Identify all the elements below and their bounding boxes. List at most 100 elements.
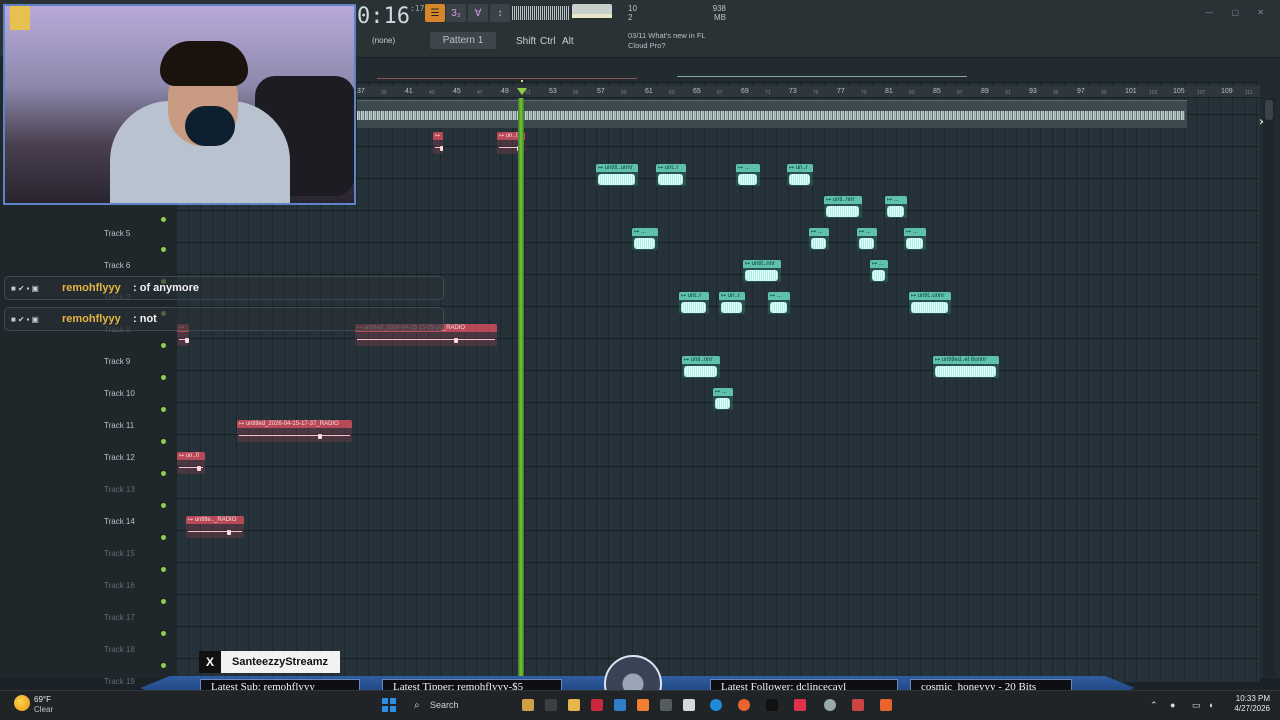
audio-clip[interactable]: ↦ un..r	[787, 164, 813, 186]
master-pitch-slider[interactable]	[572, 14, 612, 18]
app-icon[interactable]	[880, 699, 892, 711]
audio-clip[interactable]: ↦ unt..r	[656, 164, 686, 186]
shift-key-button[interactable]: Shift	[516, 36, 536, 47]
audio-clip[interactable]: ↦ untit..nnr	[743, 260, 781, 282]
track-mute-led-icon[interactable]	[161, 343, 166, 348]
ruler-bar-number: 55	[573, 90, 579, 96]
step-edit-button[interactable]: 3₂	[446, 4, 466, 22]
blend-notes-button[interactable]: ∀	[468, 4, 488, 22]
track-mute-led-icon[interactable]	[161, 631, 166, 636]
audio-clip[interactable]: ↦ unt..r	[679, 292, 709, 314]
window-controls[interactable]: — ▢ ✕	[1205, 8, 1272, 17]
audio-clip[interactable]: ↦ ...	[736, 164, 760, 186]
track-mute-led-icon[interactable]	[161, 375, 166, 380]
firefox-icon[interactable]	[738, 699, 750, 711]
track-mute-led-icon[interactable]	[161, 217, 166, 222]
audio-clip[interactable]: ↦ untitled_2026-04-15-17-37_RADIO	[237, 420, 352, 442]
tray-volume-icon[interactable]: ◖	[1208, 700, 1213, 710]
audio-clip[interactable]: ↦ unti..nnr	[682, 356, 720, 378]
track-label[interactable]: Track 5	[104, 229, 130, 238]
track-mute-led-icon[interactable]	[161, 535, 166, 540]
track-mute-led-icon[interactable]	[161, 663, 166, 668]
tray-app-icon[interactable]: ●	[1170, 700, 1175, 710]
track-label[interactable]: Track 19	[104, 677, 135, 686]
audio-clip[interactable]: ↦ untitl..unnr	[596, 164, 638, 186]
track-label[interactable]: Track 16	[104, 581, 135, 590]
audio-clip[interactable]: ↦ ...	[768, 292, 790, 314]
pattern-selector[interactable]: Pattern 1	[430, 32, 496, 49]
clip-label: ↦ unti..nnr	[682, 356, 720, 364]
audio-clip[interactable]: ↦ ...	[857, 228, 877, 250]
track-label[interactable]: Track 10	[104, 389, 135, 398]
scrollbar-thumb[interactable]	[1265, 100, 1273, 120]
audio-track-lane[interactable]	[357, 100, 1187, 128]
playhead-marker-icon[interactable]	[517, 88, 527, 95]
obs-icon[interactable]	[824, 699, 836, 711]
track-label[interactable]: Track 6	[104, 261, 130, 270]
timeline-ruler[interactable]: 37 41 45 49 53 57 61 65 69 73 77 81 85 89 93 97 101 105 10…	[357, 86, 1260, 98]
audio-clip[interactable]: ↦ untitled..et 6unnr	[933, 356, 999, 378]
track-mute-led-icon[interactable]	[161, 599, 166, 604]
track-label[interactable]: Track 18	[104, 645, 135, 654]
track-mute-led-icon[interactable]	[161, 567, 166, 572]
track-label[interactable]: Track 9	[104, 357, 130, 366]
tiktok-live-icon[interactable]	[794, 699, 806, 711]
ctrl-key-button[interactable]: Ctrl	[540, 36, 556, 47]
song-position-clock[interactable]: 0:16:17	[357, 4, 424, 29]
track-mute-led-icon[interactable]	[161, 407, 166, 412]
news-panel[interactable]: 03/11 What's new in FL Cloud Pro?	[628, 31, 728, 51]
app-icon[interactable]	[614, 699, 626, 711]
taskbar-clock[interactable]: 10:33 PM 4/27/2026	[1228, 694, 1270, 714]
audio-clip[interactable]: ↦ ...	[632, 228, 658, 250]
track-mute-led-icon[interactable]	[161, 471, 166, 476]
clip-waveform	[679, 300, 709, 314]
clip-label: ↦ ...	[809, 228, 829, 236]
edge-icon[interactable]	[710, 699, 722, 711]
fl-studio-icon[interactable]	[637, 699, 649, 711]
ruler-bar-number: 71	[765, 90, 771, 96]
app-icon[interactable]	[660, 699, 672, 711]
track-label[interactable]: Track 11	[104, 421, 134, 430]
alt-key-button[interactable]: Alt	[562, 36, 574, 47]
snap-selector[interactable]: (none)	[372, 36, 395, 45]
audio-clip[interactable]: ↦ untitle.._RADIO	[186, 516, 244, 538]
news-line-2: Cloud Pro?	[628, 41, 666, 50]
audio-clip[interactable]: ↦ unti..nnr	[824, 196, 862, 218]
audio-clip[interactable]: ↦ ...	[809, 228, 829, 250]
app-icon[interactable]	[852, 699, 864, 711]
track-mute-led-icon[interactable]	[161, 439, 166, 444]
track-mute-led-icon[interactable]	[161, 247, 166, 252]
tray-chevron-icon[interactable]: ⌃	[1150, 700, 1158, 711]
pattern-song-toggle[interactable]: ☰	[425, 4, 445, 22]
audio-clip[interactable]: ↦ ...	[885, 196, 907, 218]
track-mute-led-icon[interactable]	[161, 503, 166, 508]
windows-start-icon[interactable]	[382, 698, 396, 712]
audio-clip[interactable]: ↦ un..r	[719, 292, 745, 314]
ruler-bar-number: 75	[813, 90, 819, 96]
adobe-icon[interactable]	[591, 699, 603, 711]
track-label[interactable]: Track 15	[104, 549, 135, 558]
track-label[interactable]: Track 12	[104, 453, 135, 462]
track-label[interactable]: Track 14	[104, 517, 135, 526]
tiktok-icon[interactable]	[766, 699, 778, 711]
clip-wave-blob	[634, 238, 655, 249]
audio-clip[interactable]: ↦ un..0	[177, 452, 205, 474]
track-label[interactable]: Track 17	[104, 613, 135, 622]
widget-icon[interactable]	[522, 699, 534, 711]
metronome-button[interactable]: ↕	[490, 4, 510, 22]
audio-clip[interactable]: ↦	[433, 132, 443, 154]
weather-condition[interactable]: Clear	[34, 705, 53, 714]
audio-clip[interactable]: ↦ ...	[904, 228, 926, 250]
audio-clip[interactable]: ↦ ...	[870, 260, 888, 282]
weather-moon-icon[interactable]	[14, 695, 30, 711]
track-label[interactable]: Track 13	[104, 485, 135, 494]
weather-temp[interactable]: 69°F	[34, 695, 51, 704]
task-view-icon[interactable]	[545, 699, 557, 711]
tray-display-icon[interactable]: ▭	[1192, 700, 1201, 711]
playlist-scrollbar[interactable]	[1263, 98, 1275, 676]
taskbar-search[interactable]: ⌕ Search	[406, 697, 516, 715]
app-icon[interactable]	[683, 699, 695, 711]
audio-clip[interactable]: ↦ untit..unnr	[909, 292, 951, 314]
audio-clip[interactable]: ↦ ...	[713, 388, 733, 410]
file-explorer-icon[interactable]	[568, 699, 580, 711]
